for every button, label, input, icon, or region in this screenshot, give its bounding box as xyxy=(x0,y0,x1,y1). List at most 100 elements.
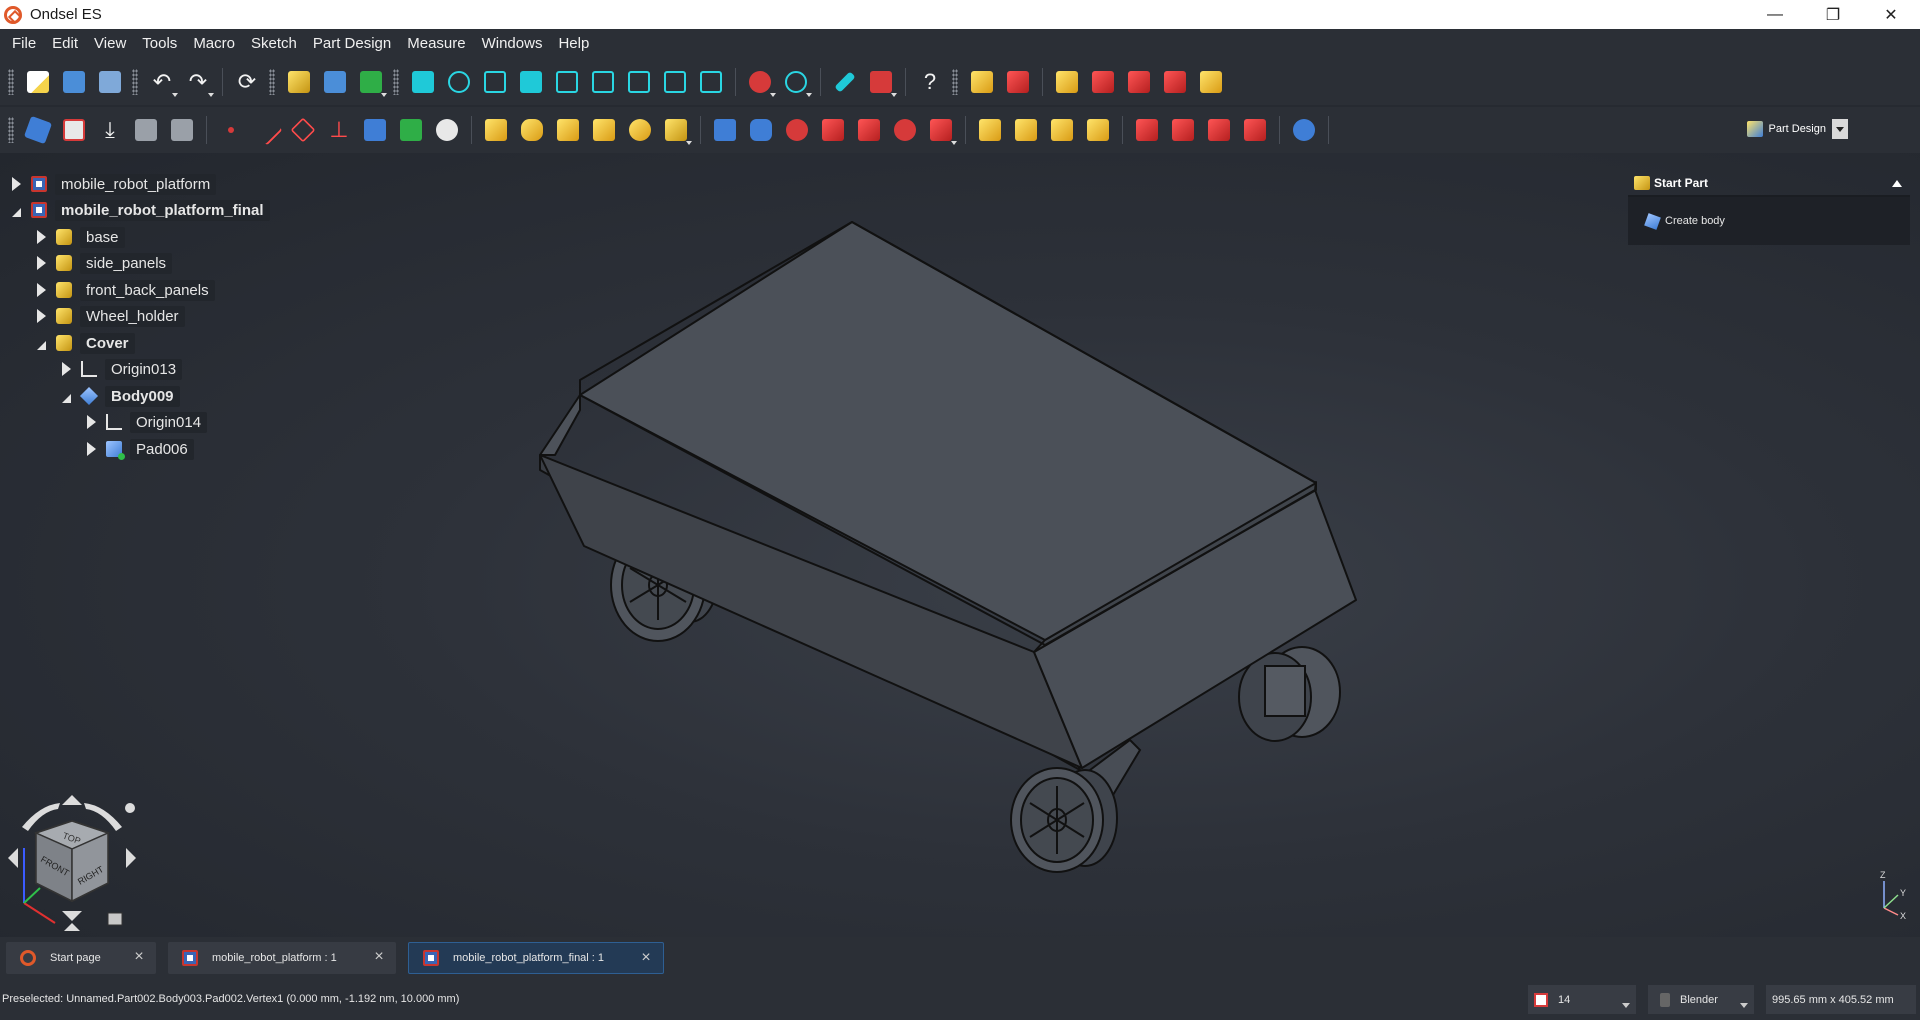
chevron-down-icon[interactable] xyxy=(686,141,692,145)
part-tool-6-button[interactable] xyxy=(1157,63,1193,101)
tree-item[interactable]: mobile_robot_platform xyxy=(12,173,217,195)
navigation-cube[interactable]: TOP FRONT RIGHT xyxy=(0,793,150,937)
tab-mobile-robot-platform[interactable]: mobile_robot_platform : 1 × xyxy=(168,942,396,974)
linear-pattern-button[interactable] xyxy=(1008,111,1044,149)
close-icon[interactable]: × xyxy=(132,949,146,965)
toolbar-grip[interactable] xyxy=(8,69,14,95)
3d-viewport[interactable]: mobile_robot_platform mobile_robot_platf… xyxy=(0,153,1920,937)
additive-pipe-button[interactable] xyxy=(586,111,622,149)
navigation-style-dropdown[interactable]: Blender xyxy=(1648,985,1754,1014)
close-button[interactable]: ✕ xyxy=(1862,0,1920,29)
polar-pattern-button[interactable] xyxy=(1044,111,1080,149)
menu-measure[interactable]: Measure xyxy=(399,29,473,59)
new-document-button[interactable] xyxy=(20,63,56,101)
create-body-button[interactable] xyxy=(20,111,56,149)
toolbar-grip[interactable] xyxy=(269,69,275,95)
chevron-down-icon[interactable] xyxy=(1832,119,1848,139)
minimize-button[interactable]: — xyxy=(1746,0,1804,29)
expand-arrow-icon[interactable] xyxy=(37,283,46,297)
additive-primitive-button[interactable] xyxy=(658,111,694,149)
expand-arrow-icon[interactable] xyxy=(37,230,46,244)
expand-arrow-icon[interactable] xyxy=(12,177,21,191)
fit-selection-button[interactable] xyxy=(441,63,477,101)
subtractive-pipe-button[interactable] xyxy=(851,111,887,149)
save-button[interactable] xyxy=(92,63,128,101)
subtractive-primitive-button[interactable] xyxy=(923,111,959,149)
task-panel-header[interactable]: Start Part xyxy=(1628,171,1910,197)
create-group-button[interactable] xyxy=(317,63,353,101)
chevron-down-icon[interactable] xyxy=(208,93,214,97)
expand-arrow-icon[interactable] xyxy=(87,442,96,456)
hole-button[interactable] xyxy=(743,111,779,149)
nav-menu-icon[interactable] xyxy=(125,803,135,813)
tab-start-page[interactable]: Start page × xyxy=(6,942,156,974)
zoom-button[interactable] xyxy=(778,63,814,101)
additive-helix-button[interactable] xyxy=(622,111,658,149)
fillet-button[interactable] xyxy=(1129,111,1165,149)
collapse-arrow-icon[interactable] xyxy=(62,393,71,403)
workbench-selector[interactable]: Part Design xyxy=(1746,115,1848,143)
chevron-down-icon[interactable] xyxy=(381,93,387,97)
bottom-view-button[interactable] xyxy=(657,63,693,101)
toolbar-grip[interactable] xyxy=(132,69,138,95)
menu-edit[interactable]: Edit xyxy=(44,29,86,59)
menu-sketch[interactable]: Sketch xyxy=(243,29,305,59)
tree-item[interactable]: mobile_robot_platform_final xyxy=(12,199,270,221)
tree-item[interactable]: side_panels xyxy=(37,252,173,274)
create-link-button[interactable] xyxy=(353,63,389,101)
chevron-down-icon[interactable] xyxy=(951,141,957,145)
map-sketch-button[interactable] xyxy=(128,111,164,149)
robot-platform-model[interactable] xyxy=(0,153,1920,937)
pad-button[interactable] xyxy=(478,111,514,149)
chamfer-button[interactable] xyxy=(1165,111,1201,149)
toolbar-grip[interactable] xyxy=(952,69,958,95)
part-tool-3-button[interactable] xyxy=(1049,63,1085,101)
refresh-button[interactable]: ⟳ xyxy=(229,63,265,101)
tree-item[interactable]: Cover xyxy=(37,332,135,354)
draw-style-button[interactable] xyxy=(742,63,778,101)
create-body-link[interactable]: Create body xyxy=(1665,215,1725,227)
right-view-button[interactable] xyxy=(585,63,621,101)
validate-sketch-button[interactable]: ⤓ xyxy=(92,111,128,149)
expand-arrow-icon[interactable] xyxy=(37,256,46,270)
left-view-button[interactable] xyxy=(693,63,729,101)
clone-button[interactable] xyxy=(429,111,465,149)
isometric-view-button[interactable] xyxy=(477,63,513,101)
nav-cube-mini-icon[interactable] xyxy=(107,912,123,926)
front-view-button[interactable] xyxy=(513,63,549,101)
tab-mobile-robot-platform-final[interactable]: mobile_robot_platform_final : 1 × xyxy=(408,942,664,974)
open-button[interactable] xyxy=(56,63,92,101)
menu-view[interactable]: View xyxy=(86,29,134,59)
shape-binder-button[interactable] xyxy=(357,111,393,149)
boolean-button[interactable] xyxy=(1286,111,1322,149)
expand-arrow-icon[interactable] xyxy=(87,415,96,429)
collapse-arrow-icon[interactable] xyxy=(37,340,46,350)
part-tool-1-button[interactable] xyxy=(964,63,1000,101)
tree-item[interactable]: Origin014 xyxy=(87,411,208,433)
tree-item[interactable]: Origin013 xyxy=(62,358,183,380)
local-cs-button[interactable]: ⊥ xyxy=(321,111,357,149)
additive-loft-button[interactable] xyxy=(550,111,586,149)
restore-button[interactable]: ❐ xyxy=(1804,0,1862,29)
datum-line-button[interactable] xyxy=(249,111,285,149)
close-icon[interactable]: × xyxy=(639,950,653,966)
datum-point-button[interactable] xyxy=(213,111,249,149)
redo-button[interactable]: ↷ xyxy=(180,63,216,101)
expand-arrow-icon[interactable] xyxy=(37,309,46,323)
chevron-down-icon[interactable] xyxy=(172,93,178,97)
collapse-arrow-icon[interactable] xyxy=(12,207,21,217)
create-part-button[interactable] xyxy=(281,63,317,101)
clipping-button[interactable] xyxy=(863,63,899,101)
expand-arrow-icon[interactable] xyxy=(62,362,71,376)
revolution-button[interactable] xyxy=(514,111,550,149)
menu-file[interactable]: File xyxy=(4,29,44,59)
chevron-down-icon[interactable] xyxy=(770,93,776,97)
tree-item[interactable]: front_back_panels xyxy=(37,279,215,301)
part-tool-7-button[interactable] xyxy=(1193,63,1229,101)
subtractive-loft-button[interactable] xyxy=(815,111,851,149)
thickness-button[interactable] xyxy=(1237,111,1273,149)
fit-all-button[interactable] xyxy=(405,63,441,101)
reorient-sketch-button[interactable] xyxy=(164,111,200,149)
chevron-down-icon[interactable] xyxy=(1622,1003,1630,1008)
tree-item[interactable]: base xyxy=(37,226,125,248)
